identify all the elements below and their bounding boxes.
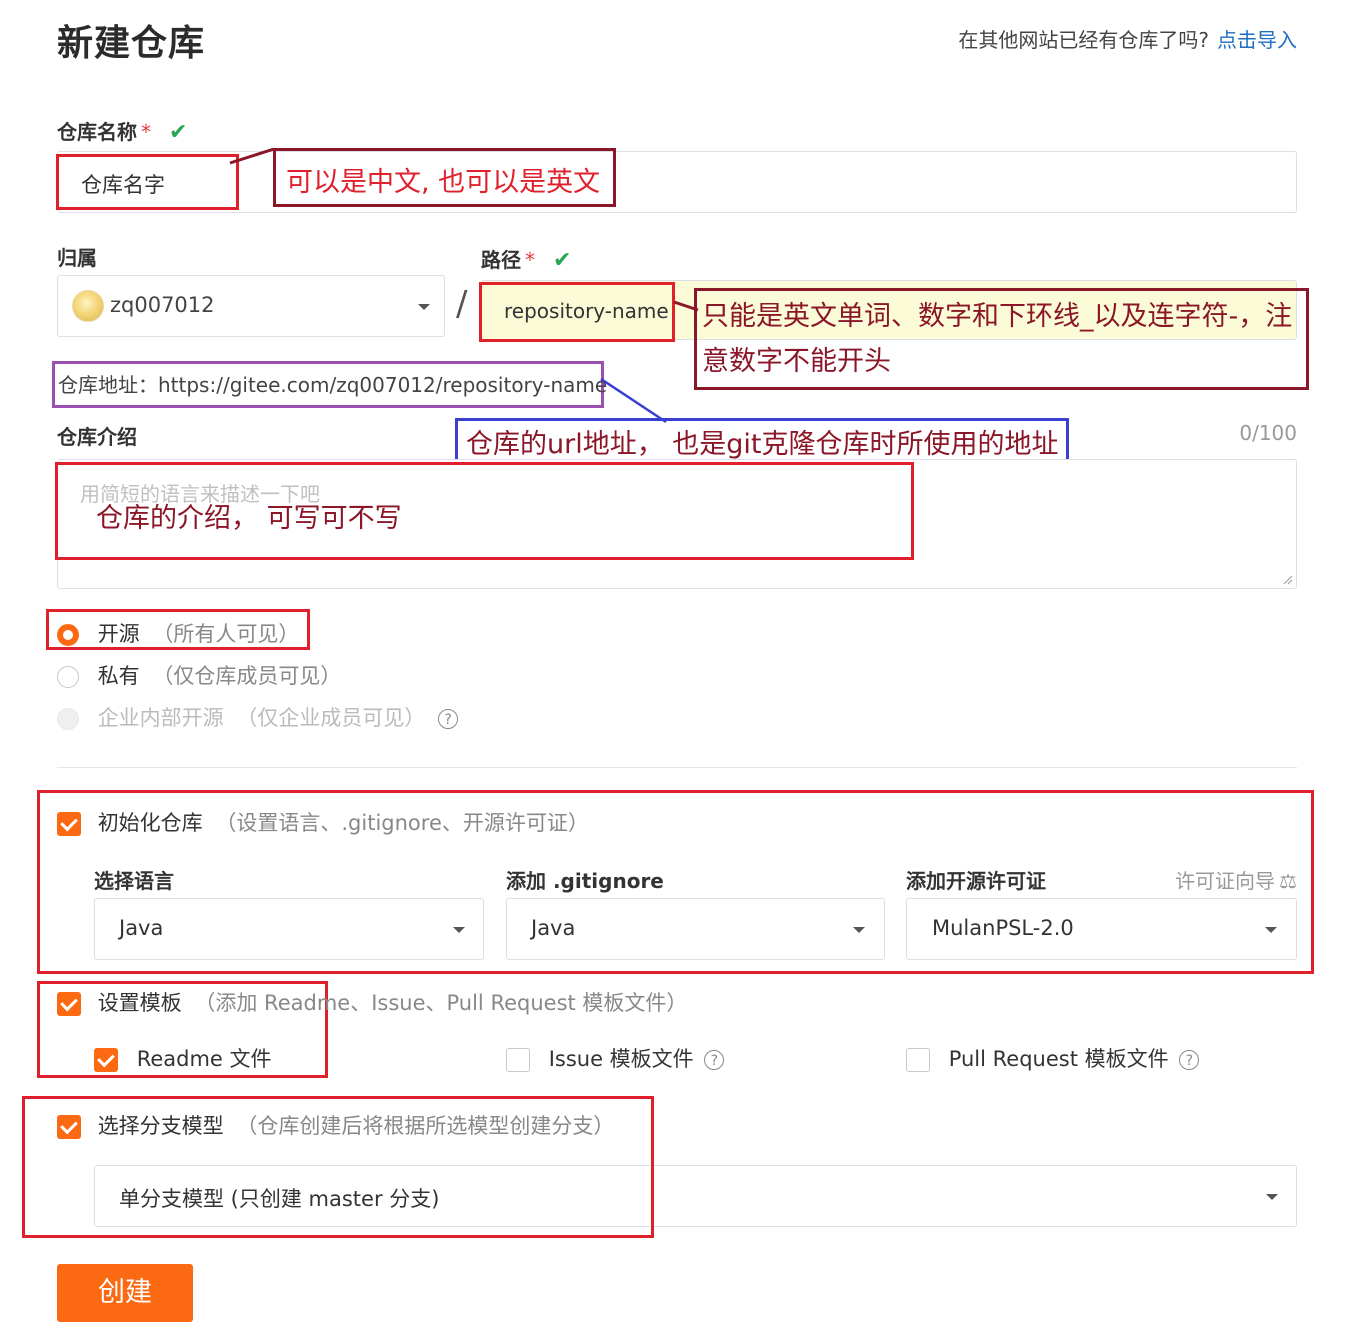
templates-hint: （添加 Readme、Issue、Pull Request 模板文件） [194, 991, 688, 1015]
readme-label: Readme 文件 [136, 1047, 272, 1071]
divider [57, 767, 1297, 768]
readme-checkbox-row[interactable]: Readme 文件 [94, 1043, 272, 1073]
path-label-text: 路径 [481, 248, 521, 272]
help-icon[interactable]: ? [1179, 1050, 1200, 1070]
repo-url: 仓库地址：https://gitee.com/zq007012/reposito… [58, 373, 608, 397]
init-repo-hint: （设置语言、.gitignore、开源许可证） [215, 811, 589, 835]
visibility-option-public[interactable]: 开源 （所有人可见） [57, 618, 299, 648]
issue-template-checkbox-row[interactable]: Issue 模板文件 ? [506, 1043, 725, 1073]
init-repo-checkbox-row[interactable]: 初始化仓库 （设置语言、.gitignore、开源许可证） [57, 807, 589, 837]
help-icon[interactable]: ? [704, 1050, 725, 1070]
visibility-private-hint: （仅仓库成员可见） [152, 664, 342, 688]
license-wizard-text: 许可证向导 [1175, 869, 1276, 893]
radio-private[interactable] [57, 666, 79, 688]
radio-enterprise [57, 708, 79, 730]
import-question: 在其他网站已经有仓库了吗? [958, 28, 1209, 52]
templates-label: 设置模板 [97, 991, 182, 1015]
path-separator: / [456, 284, 468, 324]
language-select[interactable]: Java [94, 898, 484, 960]
init-repo-checkbox[interactable] [57, 812, 81, 836]
repo-name-label: 仓库名称 * ✔ [57, 116, 187, 145]
readme-checkbox[interactable] [94, 1048, 118, 1072]
repo-name-note: 可以是中文, 也可以是英文 [286, 167, 601, 198]
issue-template-label: Issue 模板文件 [548, 1047, 694, 1071]
resize-handle-icon[interactable] [1283, 575, 1293, 585]
pr-template-label: Pull Request 模板文件 [948, 1047, 1169, 1071]
visibility-enterprise-label: 企业内部开源 [97, 706, 224, 730]
avatar [72, 290, 104, 322]
owner-select[interactable]: zq007012 [57, 275, 445, 337]
visibility-option-private[interactable]: 私有 （仅仓库成员可见） [57, 660, 341, 690]
gitignore-select[interactable]: Java [506, 898, 885, 960]
description-label: 仓库介绍 [57, 425, 137, 449]
issue-template-checkbox[interactable] [506, 1048, 530, 1072]
valid-check-icon: ✔ [169, 120, 188, 145]
description-note: 仓库的介绍， 可写可不写 [96, 503, 402, 534]
annotation-connector-repo-name [229, 147, 275, 165]
repo-name-label-text: 仓库名称 [57, 120, 137, 144]
visibility-public-label: 开源 [97, 622, 140, 646]
path-value: repository-name [504, 299, 669, 323]
license-wizard-link[interactable]: 许可证向导 ⚖ [1175, 865, 1297, 894]
gitignore-value: Java [531, 916, 576, 940]
pr-template-checkbox-row[interactable]: Pull Request 模板文件 ? [906, 1043, 1200, 1073]
owner-label: 归属 [57, 246, 97, 270]
chevron-down-icon [418, 304, 430, 310]
valid-check-icon: ✔ [553, 248, 572, 273]
chevron-down-icon [1266, 1194, 1278, 1200]
chevron-down-icon [853, 927, 865, 933]
license-label: 添加开源许可证 [906, 869, 1046, 893]
owner-value: zq007012 [110, 293, 215, 317]
path-label: 路径 * ✔ [481, 244, 571, 273]
required-mark: * [525, 248, 535, 272]
page-title: 新建仓库 [57, 23, 206, 64]
visibility-private-label: 私有 [97, 664, 140, 688]
gitignore-label: 添加 .gitignore [506, 869, 664, 893]
repo-url-note: 仓库的url地址， 也是git克隆仓库时所使用的地址 [466, 429, 1059, 460]
init-repo-label: 初始化仓库 [97, 811, 203, 835]
pr-template-checkbox[interactable] [906, 1048, 930, 1072]
create-button[interactable]: 创建 [57, 1264, 193, 1322]
path-note: 只能是英文单词、数字和下环线_以及连字符-，注 意数字不能开头 [702, 294, 1302, 384]
language-label: 选择语言 [94, 869, 174, 893]
license-select[interactable]: MulanPSL-2.0 [906, 898, 1297, 960]
import-link[interactable]: 点击导入 [1217, 28, 1297, 52]
required-mark: * [141, 120, 151, 144]
templates-checkbox[interactable] [57, 992, 81, 1016]
help-icon[interactable]: ? [438, 709, 459, 729]
path-note-line2: 意数字不能开头 [702, 346, 891, 377]
path-note-line1: 只能是英文单词、数字和下环线_以及连字符-，注 [702, 301, 1293, 332]
annotation-box-branch-model [22, 1096, 654, 1238]
license-value: MulanPSL-2.0 [932, 916, 1074, 940]
visibility-public-hint: （所有人可见） [152, 622, 300, 646]
import-prompt: 在其他网站已经有仓库了吗? 点击导入 [958, 24, 1297, 53]
visibility-option-enterprise: 企业内部开源 （仅企业成员可见） ? [57, 702, 459, 732]
repo-name-value: 仓库名字 [81, 173, 165, 197]
chevron-down-icon [1265, 927, 1277, 933]
language-value: Java [119, 916, 164, 940]
templates-checkbox-row[interactable]: 设置模板 （添加 Readme、Issue、Pull Request 模板文件） [57, 987, 687, 1017]
description-counter: 0/100 [1239, 421, 1297, 445]
visibility-enterprise-hint: （仅企业成员可见） [236, 706, 426, 730]
radio-public[interactable] [57, 624, 79, 646]
scale-icon: ⚖ [1279, 869, 1297, 893]
chevron-down-icon [453, 927, 465, 933]
